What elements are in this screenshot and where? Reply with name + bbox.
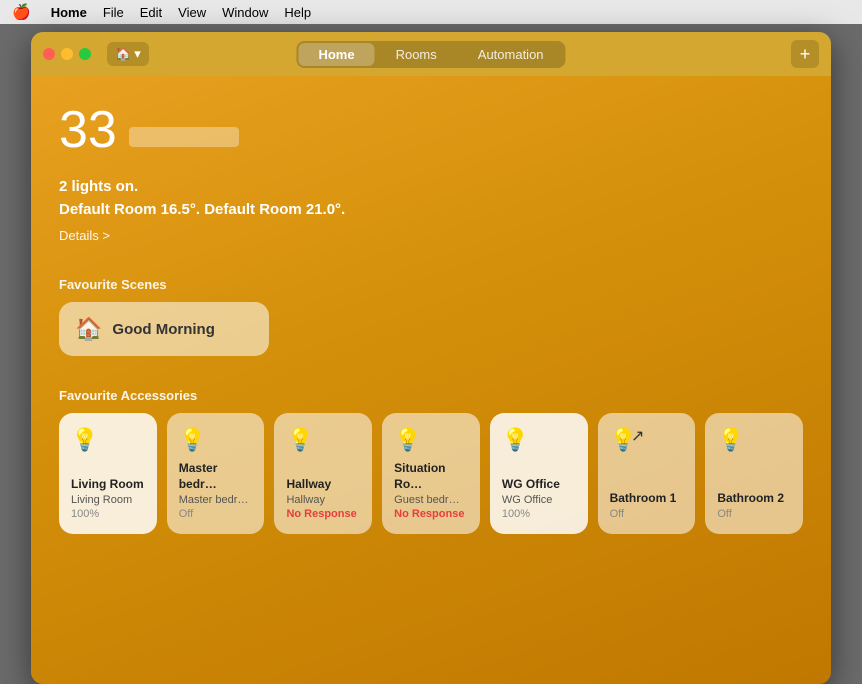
accessory-sub-2: Hallway	[286, 494, 360, 506]
accessory-sub-1: Master bedr…	[179, 494, 253, 506]
apple-logo-icon: 🍎	[12, 3, 31, 21]
home-icon-button[interactable]: 🏠 ▾	[107, 42, 149, 66]
accessory-status-1: Off	[179, 508, 253, 520]
accessory-status-4: 100%	[502, 508, 576, 520]
accessory-name-3: Situation Ro…	[394, 461, 468, 492]
accessory-name-5: Bathroom 1	[610, 491, 684, 507]
accessory-status-0: 100%	[71, 508, 145, 520]
menu-window[interactable]: Window	[222, 5, 268, 20]
accessory-card-1[interactable]: 💡 Master bedr… Master bedr… Off	[167, 413, 265, 534]
details-link[interactable]: Details >	[59, 228, 110, 243]
close-button[interactable]	[43, 48, 55, 60]
menu-view[interactable]: View	[178, 5, 206, 20]
accessory-name-1: Master bedr…	[179, 461, 253, 492]
accessory-status-6: Off	[717, 508, 791, 520]
accessory-name-0: Living Room	[71, 477, 145, 493]
main-content: 33 2 lights on. Default Room 16.5°. Defa…	[31, 76, 831, 684]
accessory-card-2[interactable]: 💡 HallwayHallway No Response	[274, 413, 372, 534]
scene-card-good-morning[interactable]: 🏠 Good Morning	[59, 302, 269, 356]
accessory-sub-4: WG Office	[502, 494, 576, 506]
accessory-icon-2: 💡	[286, 427, 360, 453]
accessories-section-label: Favourite Accessories	[59, 388, 803, 403]
tab-group: Home Rooms Automation	[296, 41, 565, 68]
traffic-lights	[43, 48, 91, 60]
menu-home[interactable]: Home	[51, 5, 87, 20]
accessory-status-5: Off	[610, 508, 684, 520]
accessory-sub-3: Guest bedr…	[394, 494, 468, 506]
tab-home[interactable]: Home	[298, 43, 374, 66]
accessories-row: 💡 Living RoomLiving Room 100% 💡 Master bedr……	[59, 413, 803, 534]
status-line1: 2 lights on.	[59, 176, 803, 199]
weather-bar	[129, 127, 239, 147]
menu-help[interactable]: Help	[284, 5, 311, 20]
menu-bar: 🍎 Home File Edit View Window Help	[0, 0, 862, 24]
accessory-icon-3: 💡	[394, 427, 468, 453]
accessory-card-5[interactable]: 💡 Bathroom 1Off	[598, 413, 696, 534]
accessory-icon-5: 💡	[610, 427, 684, 453]
accessory-icon-6: 💡	[717, 427, 791, 453]
app-window: 🏠 ▾ Home Rooms Automation + 33 2 lights …	[31, 32, 831, 684]
menu-edit[interactable]: Edit	[140, 5, 162, 20]
accessory-icon-0: 💡	[71, 427, 145, 453]
scene-name: Good Morning	[112, 321, 214, 338]
menu-file[interactable]: File	[103, 5, 124, 20]
scenes-row: 🏠 Good Morning	[59, 302, 803, 356]
accessory-card-6[interactable]: 💡 Bathroom 2Off	[705, 413, 803, 534]
scenes-section-label: Favourite Scenes	[59, 277, 803, 292]
add-button[interactable]: +	[791, 40, 819, 68]
accessory-status-2: No Response	[286, 508, 360, 520]
accessory-status-3: No Response	[394, 508, 468, 520]
accessory-card-3[interactable]: 💡 Situation Ro… Guest bedr… No Response	[382, 413, 480, 534]
home-icon: 🏠	[115, 46, 131, 62]
home-chevron-icon: ▾	[134, 46, 141, 62]
minimize-button[interactable]	[61, 48, 73, 60]
tab-rooms[interactable]: Rooms	[376, 43, 457, 66]
accessory-icon-1: 💡	[179, 427, 253, 453]
tab-automation[interactable]: Automation	[458, 43, 564, 66]
scene-home-icon: 🏠	[75, 316, 102, 342]
accessory-card-4[interactable]: 💡 WG OfficeWG Office 100%	[490, 413, 588, 534]
accessory-name-4: WG Office	[502, 477, 576, 493]
home-status: 2 lights on. Default Room 16.5°. Default…	[59, 176, 803, 221]
accessory-card-0[interactable]: 💡 Living RoomLiving Room 100%	[59, 413, 157, 534]
temperature-display: 33	[59, 100, 117, 160]
accessory-icon-4: 💡	[502, 427, 576, 453]
accessory-name-2: Hallway	[286, 477, 360, 493]
weather-section: 33	[59, 100, 803, 160]
maximize-button[interactable]	[79, 48, 91, 60]
titlebar: 🏠 ▾ Home Rooms Automation +	[31, 32, 831, 76]
accessory-sub-0: Living Room	[71, 494, 145, 506]
accessory-name-6: Bathroom 2	[717, 491, 791, 507]
status-line2: Default Room 16.5°. Default Room 21.0°.	[59, 199, 803, 222]
